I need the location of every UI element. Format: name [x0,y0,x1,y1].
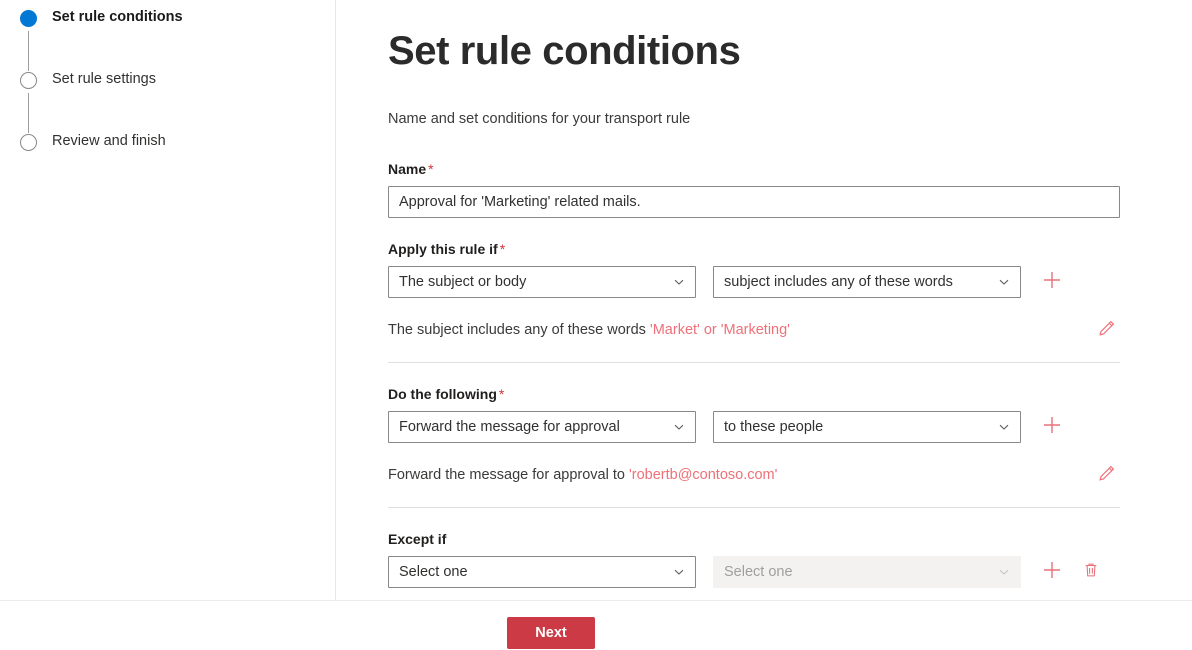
condition-operator-dropdown-value: subject includes any of these words [724,274,953,290]
stepper-label-review-and-finish: Review and finish [52,133,166,149]
action-target-dropdown[interactable]: to these people [713,411,1021,443]
stepper-label-set-rule-conditions: Set rule conditions [52,9,183,25]
condition-summary-highlight: 'Market' or 'Marketing' [649,322,790,338]
rule-form: Name* Apply this rule if* The subject or… [388,160,1120,588]
action-label: Do the following * [388,385,1120,403]
apply-rule-row: The subject or body subject includes any… [388,266,1120,298]
plus-icon [1041,414,1063,441]
action-dropdown[interactable]: Forward the message for approval [388,411,696,443]
action-summary-text: Forward the message for approval to 'rob… [388,465,777,485]
condition-dropdown[interactable]: The subject or body [388,266,696,298]
plus-icon [1041,559,1063,586]
chevron-down-icon [673,421,685,433]
condition-dropdown-value: The subject or body [399,274,527,290]
rule-name-input[interactable] [388,186,1120,218]
action-row: Forward the message for approval to thes… [388,411,1120,443]
delete-exception-button[interactable] [1078,559,1104,585]
condition-summary-text: The subject includes any of these words … [388,320,790,340]
stepper-label-set-rule-settings: Set rule settings [52,71,156,87]
name-label-text: Name [388,161,427,177]
step-dot-hollow-icon [20,72,37,89]
main-panel: Set rule conditions Name and set conditi… [336,0,1192,600]
action-target-dropdown-value: to these people [724,419,824,435]
exception-operator-dropdown-value: Select one [724,564,793,580]
stepper-item-review-and-finish[interactable]: Review and finish [0,132,335,194]
condition-summary-row: The subject includes any of these words … [388,317,1120,343]
chevron-down-icon [998,421,1010,433]
page-title: Set rule conditions [388,28,741,73]
add-exception-button[interactable] [1039,559,1065,585]
edit-condition-button[interactable] [1094,317,1120,343]
chevron-down-icon [673,276,685,288]
exception-operator-dropdown: Select one [713,556,1021,588]
except-label-text: Except if [388,531,447,547]
apply-rule-label: Apply this rule if * [388,240,1120,258]
add-action-button[interactable] [1039,414,1065,440]
step-marker-pending [20,72,37,133]
exception-dropdown-value: Select one [399,564,468,580]
required-asterisk: * [428,161,434,177]
step-marker-pending [20,134,37,151]
stepper-item-set-rule-conditions[interactable]: Set rule conditions [0,8,335,71]
required-asterisk: * [498,386,505,402]
pencil-icon [1097,463,1117,488]
chevron-down-icon [998,276,1010,288]
add-condition-button[interactable] [1039,269,1065,295]
section-divider [388,362,1120,363]
step-connector-line [28,93,29,133]
step-marker-active [20,10,37,71]
condition-operator-dropdown[interactable]: subject includes any of these words [713,266,1021,298]
next-button[interactable]: Next [507,617,595,649]
except-row: Select one Select one [388,556,1120,588]
apply-rule-label-text: Apply this rule if [388,241,498,257]
wizard-page: Set rule conditions Set rule settings Re… [0,0,1192,650]
pencil-icon [1097,318,1117,343]
required-asterisk: * [499,241,506,257]
action-summary-row: Forward the message for approval to 'rob… [388,462,1120,488]
wizard-footer: Next [0,601,1192,650]
edit-action-button[interactable] [1094,462,1120,488]
section-divider [388,507,1120,508]
except-label: Except if [388,530,1120,548]
action-summary-prefix: Forward the message for approval to [388,467,629,483]
action-label-text: Do the following [388,386,497,402]
condition-summary-prefix: The subject includes any of these words [388,322,650,338]
chevron-down-icon [998,566,1010,578]
trash-icon [1082,561,1100,584]
stepper-item-set-rule-settings[interactable]: Set rule settings [0,70,335,133]
exception-dropdown[interactable]: Select one [388,556,696,588]
step-dot-hollow-icon [20,134,37,151]
step-dot-filled-icon [20,10,37,27]
action-summary-highlight: 'robertb@contoso.com' [628,467,778,483]
plus-icon [1041,269,1063,296]
action-dropdown-value: Forward the message for approval [399,419,620,435]
chevron-down-icon [673,566,685,578]
page-subtitle: Name and set conditions for your transpo… [388,111,691,127]
wizard-stepper: Set rule conditions Set rule settings Re… [0,0,335,600]
name-field-label: Name * [388,160,1120,178]
step-connector-line [28,31,29,71]
